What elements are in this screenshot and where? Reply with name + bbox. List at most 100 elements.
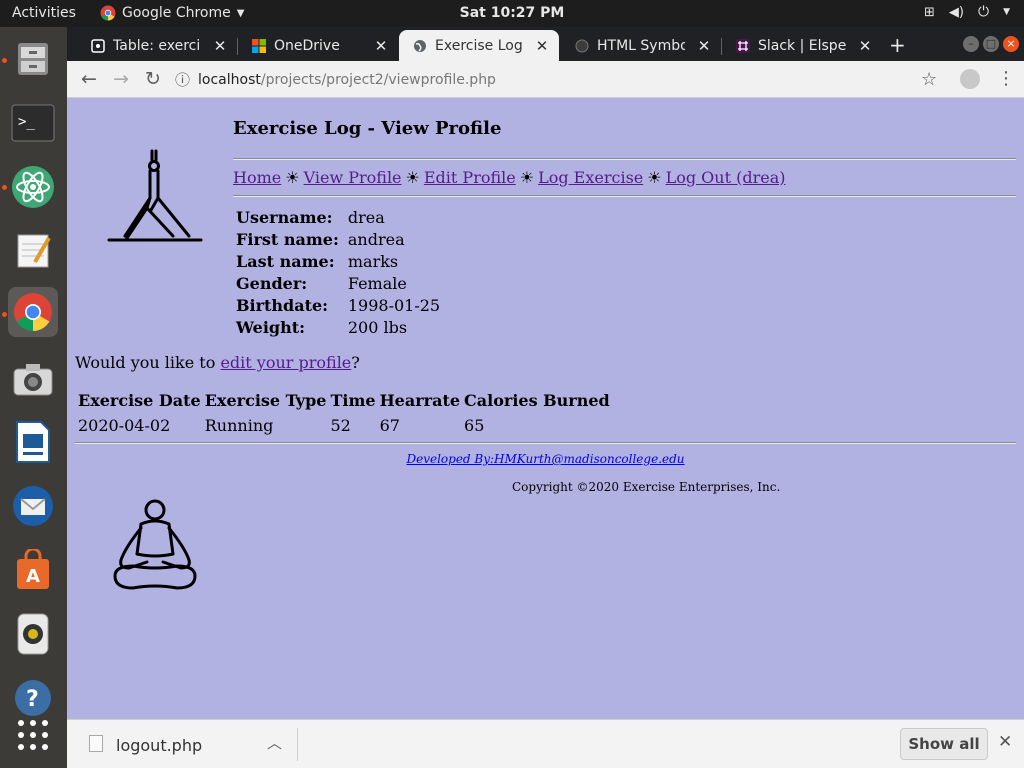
files-launcher[interactable] (8, 34, 58, 84)
bookmark-star-icon[interactable]: ☆ (921, 69, 937, 90)
sun-separator: ☀ (405, 168, 420, 187)
table-cell: 52 (330, 416, 351, 435)
atom-icon (12, 166, 54, 208)
tab-onedrive[interactable]: OneDrive ✕ (238, 30, 398, 61)
close-icon[interactable]: ✕ (370, 37, 392, 55)
edit-prompt-suffix: ? (351, 353, 360, 372)
url-path: /projects/project2/viewprofile.php (260, 71, 496, 88)
tab-title: HTML Symbol (597, 37, 685, 54)
close-icon[interactable]: ✕ (854, 37, 876, 55)
profile-label: Username: (236, 208, 333, 227)
atom-launcher[interactable] (8, 162, 58, 212)
tab-strip: Table: exercise ✕ OneDrive ✕ Exercise Lo… (67, 27, 1024, 61)
tab-title: OneDrive (274, 37, 340, 54)
system-tray[interactable]: ⊞ ◀) ⏻ ▼ (924, 4, 1010, 20)
forward-arrow-icon[interactable]: → (110, 68, 132, 90)
close-icon[interactable]: ✕ (693, 37, 715, 55)
microsoft-icon (252, 38, 266, 53)
new-tab-button[interactable]: + (889, 33, 906, 57)
sun-separator: ☀ (285, 168, 300, 187)
software-launcher[interactable]: A (8, 545, 58, 595)
nav-view-profile-link[interactable]: View Profile (304, 168, 402, 187)
profile-value: 1998-01-25 (347, 296, 441, 315)
column-header: Hearrate (379, 391, 461, 410)
exercise-table: Exercise Date Exercise Type Time Hearrat… (75, 388, 614, 438)
table-cell: 65 (464, 416, 485, 435)
running-indicator (2, 58, 7, 63)
developer-email-link[interactable]: Developed By:HMKurth@madisoncollege.edu (406, 452, 684, 466)
globe-icon (414, 39, 426, 52)
copyright-text: Copyright ©2020 Exercise Enterprises, In… (512, 480, 781, 494)
profile-label: Last name: (236, 252, 335, 271)
url-host: localhost (198, 71, 261, 88)
running-indicator (2, 312, 7, 317)
edit-profile-link[interactable]: edit your profile (220, 353, 351, 372)
maximize-button[interactable]: □ (983, 36, 999, 52)
download-item[interactable]: logout.php (116, 736, 202, 755)
svg-text:>_: >_ (18, 114, 35, 130)
profile-table: Username: drea First name: andrea Last nam… (233, 205, 443, 340)
developer-credit: Developed By:HMKurth@madisoncollege.edu (67, 452, 1024, 466)
rhythmbox-launcher[interactable] (8, 609, 58, 659)
profile-value: andrea (347, 230, 405, 249)
profile-label: Gender: (236, 274, 308, 293)
profile-row: Username: drea (236, 208, 440, 227)
menu-kebab-icon[interactable]: ⋮ (997, 68, 1015, 89)
show-all-button[interactable]: Show all (900, 728, 988, 760)
show-applications-button[interactable] (8, 710, 58, 760)
tab-exercise-log[interactable]: Exercise Log - ✕ (399, 30, 559, 61)
chevron-up-icon[interactable]: ︿ (267, 732, 282, 753)
tab-table-exercise[interactable]: Table: exercise ✕ (77, 30, 237, 61)
volume-icon: ◀) (948, 4, 964, 20)
divider (75, 442, 1016, 444)
close-icon[interactable]: ✕ (998, 732, 1012, 752)
back-arrow-icon[interactable]: ← (78, 68, 100, 90)
table-cell: 67 (379, 416, 400, 435)
info-icon[interactable]: ⓘ (175, 69, 190, 90)
close-window-button[interactable]: × (1003, 36, 1019, 52)
table-header-row: Exercise Date Exercise Type Time Hearrat… (78, 391, 611, 413)
shopping-bag-icon: A (17, 549, 49, 589)
sun-separator: ☀ (519, 168, 535, 187)
profile-value: 200 lbs (347, 318, 408, 337)
tab-html-symbol[interactable]: HTML Symbol ✕ (561, 30, 721, 61)
profile-value: marks (347, 252, 399, 271)
table-cell: 2020-04-02 (78, 416, 171, 435)
text-editor-launcher[interactable] (8, 225, 58, 275)
reload-icon[interactable]: ↻ (142, 68, 164, 90)
running-indicator (2, 185, 7, 190)
minimize-button[interactable]: – (963, 36, 979, 52)
profile-row: Last name: marks (236, 252, 440, 271)
tab-slack[interactable]: Slack | Elspeth ✕ (722, 30, 882, 61)
nav-edit-profile-link[interactable]: Edit Profile (424, 168, 516, 187)
sun-separator: ☀ (647, 168, 662, 187)
tab-title: Table: exercise (113, 37, 201, 54)
site-nav: Home ☀ View Profile ☀ Edit Profile ☀ Log Exerc… (233, 168, 786, 187)
nav-log-out-link[interactable]: Log Out (drea) (666, 168, 786, 187)
close-icon[interactable]: ✕ (531, 37, 553, 55)
page-title: Exercise Log - View Profile (233, 118, 502, 139)
table-cell: Running (204, 416, 274, 435)
thunderbird-launcher[interactable] (8, 481, 58, 531)
download-shelf: logout.php ︿ Show all ✕ (67, 719, 1024, 768)
divider (233, 195, 1016, 197)
profile-label: First name: (236, 230, 339, 249)
impress-launcher[interactable] (8, 417, 58, 467)
column-header: Calories Burned (464, 391, 610, 410)
terminal-launcher[interactable]: >_ (8, 98, 58, 148)
chrome-icon (14, 293, 52, 331)
profile-avatar[interactable] (960, 69, 980, 89)
chrome-launcher[interactable] (8, 287, 58, 337)
page-icon (91, 38, 105, 53)
address-bar[interactable]: ⓘ localhost/projects/project2/viewprofil… (175, 65, 955, 94)
presentation-doc-icon (16, 421, 50, 463)
profile-label: Weight: (236, 318, 306, 337)
close-icon[interactable]: ✕ (209, 37, 231, 55)
profile-label: Birthdate: (236, 296, 329, 315)
screenshot-launcher[interactable] (8, 354, 58, 404)
camera-icon (13, 364, 53, 396)
table-row: 2020-04-02 Running 52 67 65 (78, 416, 611, 435)
clock[interactable]: Sat 10:27 PM (0, 5, 1024, 21)
nav-home-link[interactable]: Home (233, 168, 281, 187)
nav-log-exercise-link[interactable]: Log Exercise (538, 168, 643, 187)
